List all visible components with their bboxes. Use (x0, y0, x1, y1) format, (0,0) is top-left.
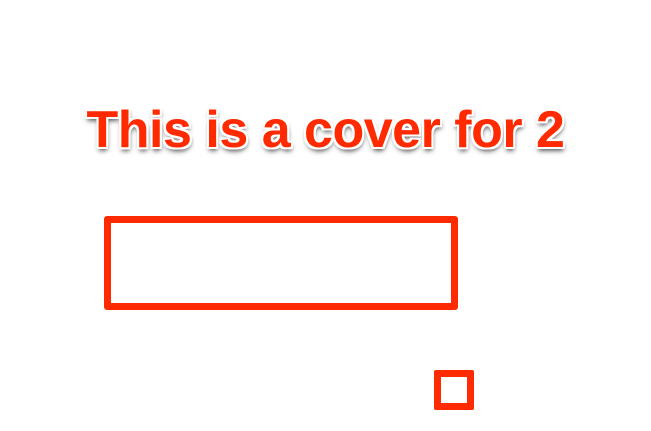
cover-square (434, 370, 474, 410)
cover-rectangle (104, 216, 458, 310)
cover-title: This is a cover for 2 (86, 101, 565, 159)
